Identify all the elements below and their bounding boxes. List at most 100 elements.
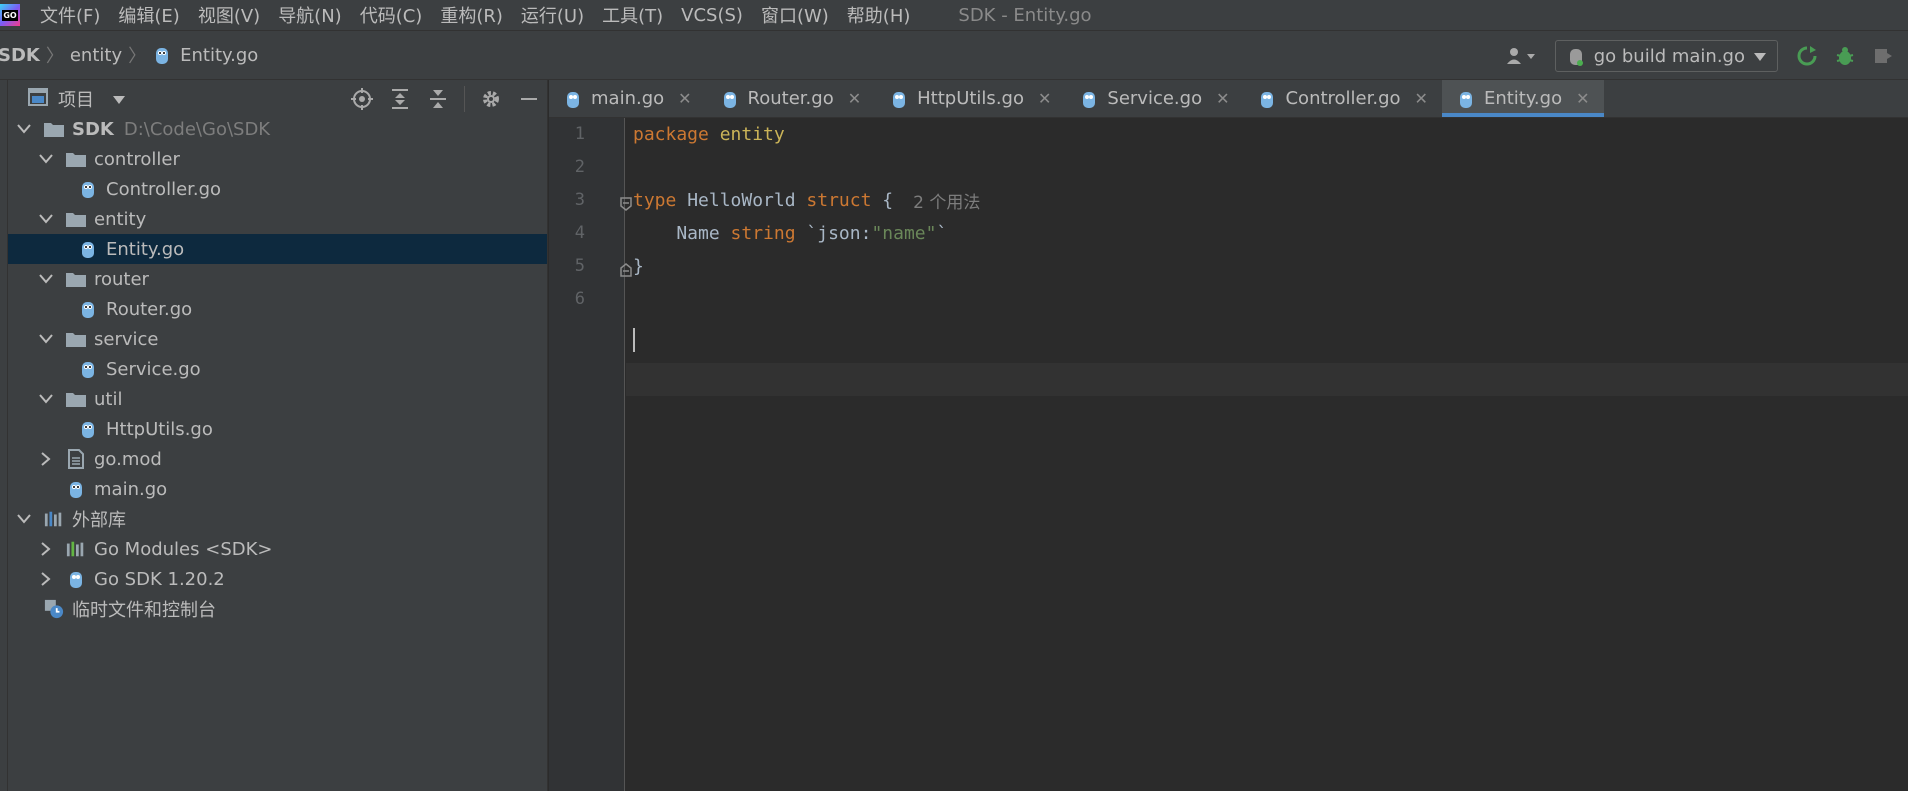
tab-label: HttpUtils.go [917, 88, 1024, 109]
menu-view[interactable]: 视图(V) [198, 2, 260, 28]
collapse-all-icon[interactable] [426, 87, 450, 111]
menu-tools[interactable]: 工具(T) [602, 2, 663, 28]
tree-item-label: 外部库 [72, 510, 126, 531]
menu-help[interactable]: 帮助(H) [847, 2, 911, 28]
tree-item-label: HttpUtils.go [106, 418, 213, 440]
tree-item-file-selected[interactable]: Entity.go [8, 234, 547, 264]
chevron-down-icon[interactable] [16, 511, 32, 527]
code-line-5: } [633, 250, 644, 283]
chevron-right-icon: 〉 [45, 46, 64, 67]
keyword: package [633, 124, 709, 145]
tree-item-label: Router.go [106, 298, 193, 320]
tree-item-root[interactable]: SDK D:\Code\Go\SDK [8, 114, 547, 144]
current-line-highlight [626, 363, 1908, 396]
chevron-down-icon[interactable] [38, 391, 54, 407]
tree-item-file[interactable]: Router.go [8, 294, 547, 324]
folder-icon [66, 209, 86, 229]
gopher-file-icon [1079, 89, 1099, 109]
run-configuration-select[interactable]: go build main.go [1554, 40, 1778, 72]
usages-inlay-hint[interactable]: 2 个用法 [913, 188, 980, 213]
editor-area: main.go ✕ Router.go ✕ HttpUtils.go ✕ Ser… [549, 80, 1908, 791]
menu-refactor[interactable]: 重构(R) [440, 2, 503, 28]
tree-item-label: main.go [94, 478, 168, 500]
code-editor[interactable]: 1 2 3 4 5 6 package entity type HelloWor… [549, 118, 1908, 791]
close-icon[interactable]: ✕ [848, 89, 861, 108]
tree-item-path: D:\Code\Go\SDK [123, 118, 271, 140]
gopher-file-icon [720, 89, 740, 109]
stop-icon[interactable] [1870, 43, 1896, 69]
tab-service-go[interactable]: Service.go ✕ [1065, 80, 1243, 117]
code-line-3: type HelloWorld struct {2 个用法 [633, 184, 980, 217]
chevron-down-icon[interactable] [16, 121, 32, 137]
user-dropdown-icon[interactable] [1503, 43, 1543, 69]
type-name: HelloWorld [676, 190, 807, 211]
tree-item-label: controller [94, 148, 180, 170]
tab-httputils-go[interactable]: HttpUtils.go ✕ [875, 80, 1065, 117]
menu-code[interactable]: 代码(C) [360, 2, 423, 28]
rerun-icon[interactable] [1794, 43, 1820, 69]
menu-vcs[interactable]: VCS(S) [681, 5, 743, 26]
menu-edit[interactable]: 编辑(E) [118, 2, 179, 28]
keyword: struct [806, 190, 872, 211]
fold-marker-icon[interactable] [619, 197, 633, 211]
tree-item-file[interactable]: HttpUtils.go [8, 414, 547, 444]
tree-item-folder[interactable]: service [8, 324, 547, 354]
breadcrumb-file[interactable]: Entity.go [180, 45, 258, 66]
tree-item-library[interactable]: Go Modules <SDK> [8, 534, 547, 564]
chevron-down-icon[interactable] [38, 151, 54, 167]
tree-item-folder[interactable]: controller [8, 144, 547, 174]
menu-file[interactable]: 文件(F) [40, 2, 100, 28]
project-panel-title[interactable]: 项目 [58, 86, 94, 112]
tree-item-library[interactable]: Go SDK 1.20.2 [8, 564, 547, 594]
breadcrumb-project[interactable]: SDK [0, 45, 40, 66]
chevron-down-icon[interactable] [112, 89, 126, 110]
breadcrumb-folder[interactable]: entity [70, 45, 122, 66]
tab-label: Entity.go [1483, 88, 1563, 109]
tree-item-scratches[interactable]: 临时文件和控制台 [8, 594, 547, 624]
tree-item-folder[interactable]: util [8, 384, 547, 414]
menu-window[interactable]: 窗口(W) [761, 2, 829, 28]
menu-navigate[interactable]: 导航(N) [278, 2, 342, 28]
locate-file-icon[interactable] [350, 87, 374, 111]
chevron-down-icon[interactable] [38, 211, 54, 227]
scratches-icon [44, 599, 64, 619]
folder-icon [66, 389, 86, 409]
tree-item-file[interactable]: go.mod [8, 444, 547, 474]
tree-item-folder[interactable]: entity [8, 204, 547, 234]
chevron-right-icon[interactable] [38, 571, 54, 587]
tree-item-file[interactable]: Controller.go [8, 174, 547, 204]
run-configuration-label: go build main.go [1593, 45, 1745, 67]
fold-marker-icon[interactable] [619, 263, 633, 277]
tab-router-go[interactable]: Router.go ✕ [706, 80, 876, 117]
tab-entity-go[interactable]: Entity.go ✕ [1441, 80, 1604, 117]
line-number: 5 [574, 256, 585, 276]
folder-icon [44, 119, 64, 139]
debug-icon[interactable] [1832, 43, 1858, 69]
minimize-icon[interactable] [517, 87, 541, 111]
chevron-right-icon[interactable] [38, 451, 54, 467]
gopher-file-icon [563, 89, 583, 109]
gopher-file-icon [1456, 89, 1476, 109]
close-icon[interactable]: ✕ [1415, 89, 1428, 108]
tree-item-file[interactable]: main.go [8, 474, 547, 504]
tree-item-file[interactable]: Service.go [8, 354, 547, 384]
gear-icon[interactable] [479, 87, 503, 111]
library-icon [44, 509, 64, 529]
chevron-down-icon[interactable] [38, 271, 54, 287]
tree-item-external-libraries[interactable]: 外部库 [8, 504, 547, 534]
chevron-down-icon[interactable] [38, 331, 54, 347]
mod-file-icon [66, 449, 86, 469]
close-icon[interactable]: ✕ [1576, 89, 1589, 108]
close-icon[interactable]: ✕ [1038, 89, 1051, 108]
toolbar-divider [464, 86, 465, 112]
tree-item-label: 临时文件和控制台 [72, 600, 216, 621]
menu-run[interactable]: 运行(U) [521, 2, 584, 28]
close-icon[interactable]: ✕ [1216, 89, 1229, 108]
tree-item-folder[interactable]: router [8, 264, 547, 294]
chevron-right-icon[interactable] [38, 541, 54, 557]
close-icon[interactable]: ✕ [678, 89, 691, 108]
editor-tabs: main.go ✕ Router.go ✕ HttpUtils.go ✕ Ser… [549, 80, 1908, 118]
expand-all-icon[interactable] [388, 87, 412, 111]
tab-main-go[interactable]: main.go ✕ [549, 80, 706, 117]
tab-controller-go[interactable]: Controller.go ✕ [1243, 80, 1441, 117]
